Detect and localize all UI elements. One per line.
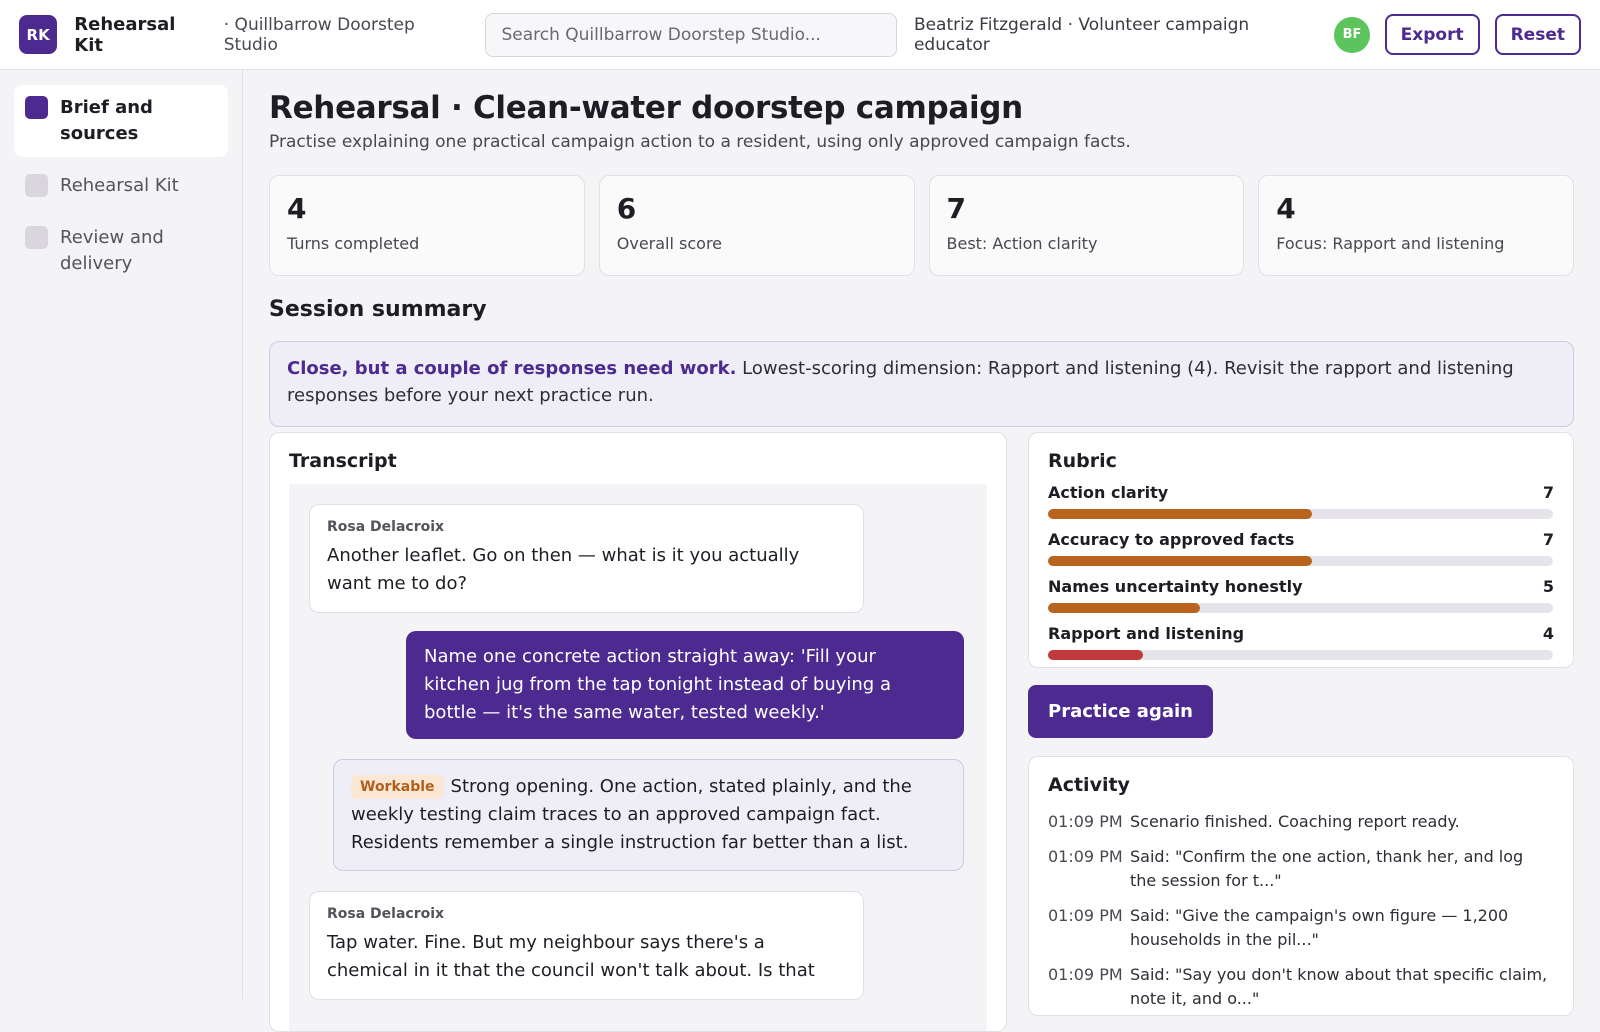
page-subtitle: Practise explaining one practical campai… — [269, 132, 1131, 152]
reset-button[interactable]: Reset — [1494, 14, 1581, 55]
stat-card-overall: 6 Overall score — [598, 175, 915, 276]
feedback-badge: Workable — [351, 775, 444, 799]
activity-time: 01:09 PM — [1048, 965, 1123, 984]
activity-text: Said: "Give the campaign's own figure — … — [1130, 906, 1509, 949]
transcript-panel: Transcript Rosa Delacroix Another leafle… — [269, 432, 1007, 1032]
avatar[interactable]: BF — [1334, 16, 1370, 53]
export-button[interactable]: Export — [1384, 14, 1480, 55]
rubric-label: Rapport and listening — [1048, 624, 1245, 643]
app-name: Rehearsal Kit — [74, 13, 176, 56]
activity-text: Scenario finished. Coaching report ready… — [1130, 812, 1460, 831]
rubric-bar-fill — [1048, 509, 1312, 519]
message-text: Tap water. Fine. But my neighbour says t… — [327, 932, 815, 981]
rubric-label: Names uncertainty honestly — [1048, 577, 1303, 596]
rubric-row: Rapport and listening 4 — [1048, 624, 1554, 660]
app-logo: RK — [19, 15, 58, 54]
stat-value: 6 — [616, 192, 637, 225]
sidebar-item-label: Review and delivery — [60, 227, 164, 274]
rubric-bar-fill — [1048, 603, 1200, 613]
transcript-scroll-area[interactable]: Rosa Delacroix Another leaflet. Go on th… — [289, 484, 987, 1031]
stat-label: Overall score — [616, 234, 723, 253]
main-content: Rehearsal · Clean-water doorstep campaig… — [269, 70, 1574, 1032]
activity-item: 01:09 PM Scenario finished. Coaching repo… — [1048, 810, 1554, 834]
activity-title: Activity — [1048, 774, 1130, 796]
activity-panel: Activity 01:09 PM Scenario finished. Coac… — [1028, 756, 1574, 1016]
rubric-score: 7 — [1542, 530, 1554, 549]
sidebar-item-label: Brief and sources — [60, 97, 153, 144]
activity-text: Said: "Say you don't know about that spe… — [1130, 965, 1548, 1008]
rubric-bar-fill — [1048, 650, 1143, 660]
practice-again-button[interactable]: Practice again — [1028, 685, 1213, 738]
page-title: Rehearsal · Clean-water doorstep campaig… — [269, 90, 1023, 126]
user-name-role: Beatriz Fitzgerald · Volunteer campaign … — [913, 14, 1250, 55]
top-bar: RK Rehearsal Kit · Quillbarrow Doorstep … — [0, 0, 1600, 70]
activity-item: 01:09 PM Said: "Say you don't know about … — [1048, 963, 1554, 1011]
sidebar-item-review-and-delivery[interactable]: Review and delivery — [14, 215, 228, 287]
transcript-title: Transcript — [289, 450, 397, 472]
activity-time: 01:09 PM — [1048, 847, 1123, 866]
message-text: Another leaflet. Go on then — what is it… — [327, 545, 800, 594]
rubric-panel: Rubric Action clarity 7 Accuracy to appro… — [1028, 432, 1574, 668]
stat-value: 4 — [287, 192, 307, 225]
activity-time: 01:09 PM — [1048, 906, 1123, 925]
stat-card-best: 7 Best: Action clarity — [928, 175, 1245, 276]
stat-card-turns: 4 Turns completed — [269, 175, 585, 276]
search-input[interactable] — [485, 12, 897, 57]
rubric-score: 5 — [1542, 577, 1554, 596]
rubric-title: Rubric — [1048, 450, 1117, 472]
sidebar-item-label: Rehearsal Kit — [60, 175, 179, 196]
rubric-score: 4 — [1542, 624, 1554, 643]
activity-text: Said: "Confirm the one action, thank her… — [1130, 847, 1524, 890]
speaker-name: Rosa Delacroix — [327, 906, 445, 922]
nav-square-icon — [25, 174, 48, 197]
rubric-bar — [1048, 650, 1553, 660]
rubric-score: 7 — [1542, 483, 1554, 502]
stat-label: Best: Action clarity — [946, 234, 1098, 253]
rubric-row: Action clarity 7 — [1048, 483, 1554, 519]
coach-feedback: Workable Strong opening. One action, stat… — [333, 759, 964, 871]
resident-message: Rosa Delacroix Tap water. Fine. But my n… — [309, 891, 864, 1000]
rubric-bar — [1048, 556, 1553, 566]
sidebar: Brief and sources Rehearsal Kit Review a… — [0, 70, 243, 999]
rubric-bar — [1048, 509, 1553, 519]
rubric-label: Accuracy to approved facts — [1048, 530, 1295, 549]
session-summary-heading: Session summary — [269, 297, 487, 322]
rubric-bar — [1048, 603, 1553, 613]
activity-time: 01:09 PM — [1048, 812, 1123, 831]
speaker-name: Rosa Delacroix — [327, 519, 445, 535]
stat-value: 7 — [946, 192, 966, 225]
nav-square-icon — [25, 226, 48, 249]
rubric-label: Action clarity — [1048, 483, 1169, 502]
sidebar-item-rehearsal-kit[interactable]: Rehearsal Kit — [14, 163, 228, 209]
stat-value: 4 — [1276, 192, 1296, 225]
workspace-name: · Quillbarrow Doorstep Studio — [223, 14, 415, 55]
rubric-bar-fill — [1048, 556, 1312, 566]
resident-message: Rosa Delacroix Another leaflet. Go on th… — [309, 504, 864, 613]
activity-list: 01:09 PM Scenario finished. Coaching repo… — [1048, 810, 1554, 1011]
stat-label: Focus: Rapport and listening — [1276, 234, 1505, 253]
summary-callout: Close, but a couple of responses need wo… — [269, 341, 1574, 427]
user-message: Name one concrete action straight away: … — [406, 631, 964, 739]
stats-row: 4 Turns completed 6 Overall score 7 Best… — [269, 175, 1574, 276]
rubric-row: Names uncertainty honestly 5 — [1048, 577, 1554, 613]
summary-verdict: Close, but a couple of responses need wo… — [287, 358, 737, 379]
right-column: Rubric Action clarity 7 Accuracy to appro… — [1028, 432, 1574, 1016]
activity-item: 01:09 PM Said: "Give the campaign's own f… — [1048, 904, 1554, 952]
sidebar-item-brief-and-sources[interactable]: Brief and sources — [14, 85, 228, 157]
activity-item: 01:09 PM Said: "Confirm the one action, t… — [1048, 845, 1554, 893]
stat-card-focus: 4 Focus: Rapport and listening — [1258, 175, 1574, 276]
rubric-row: Accuracy to approved facts 7 — [1048, 530, 1554, 566]
stat-label: Turns completed — [287, 234, 420, 253]
nav-square-icon — [25, 96, 48, 119]
